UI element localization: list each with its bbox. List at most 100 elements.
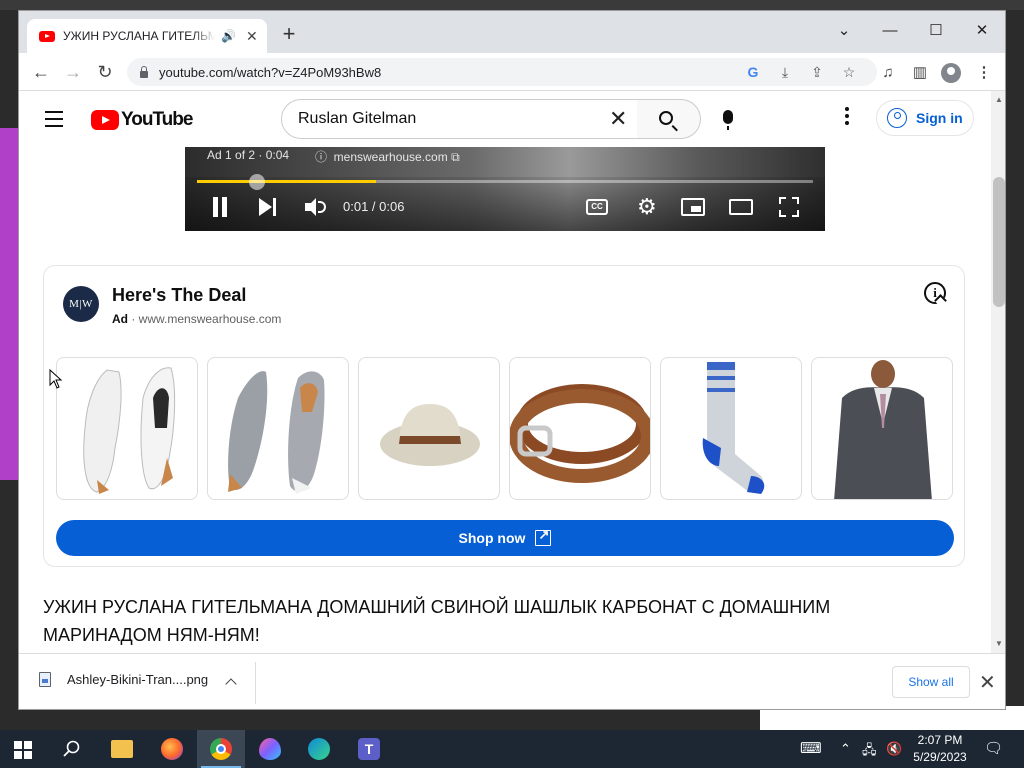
desktop-window-edge <box>0 128 20 480</box>
chevron-up-icon[interactable] <box>225 678 237 690</box>
volume-icon[interactable] <box>305 197 327 217</box>
ad-companion-card: M|W Here's The Deal Ad · www.menswearhou… <box>43 265 965 567</box>
chrome-icon[interactable] <box>197 730 245 768</box>
clock-time: 2:07 PM <box>917 733 963 747</box>
notifications-icon[interactable]: 🗨 <box>984 739 1003 757</box>
reload-button[interactable]: ↻ <box>93 60 117 84</box>
hamburger-menu-icon[interactable] <box>45 111 65 127</box>
image-file-icon <box>39 672 51 687</box>
show-all-button[interactable]: Show all <box>892 666 970 698</box>
windows-start-icon[interactable] <box>14 741 32 759</box>
shop-now-label: Shop now <box>458 530 526 546</box>
taskbar-search-icon[interactable] <box>48 730 96 768</box>
install-app-icon[interactable]: ⤓ <box>775 64 795 82</box>
desktop-topbar <box>0 0 1024 10</box>
download-file-name: Ashley-Bikini-Tran....png <box>67 672 209 687</box>
shop-now-button[interactable]: Shop now <box>56 520 954 556</box>
time-display: 0:01 / 0:06 <box>343 199 405 214</box>
menswearhouse-logo[interactable]: M|W <box>63 286 99 322</box>
lock-icon[interactable] <box>139 66 149 78</box>
search-input[interactable]: Ruslan Gitelman <box>281 99 639 139</box>
speaker-icon[interactable]: 🔊 <box>221 29 236 43</box>
firefox-icon[interactable] <box>148 730 196 768</box>
chrome-menu-icon[interactable]: ⋮ <box>973 62 995 84</box>
download-separator <box>255 662 256 704</box>
address-bar[interactable]: youtube.com/watch?v=Z4PoM93hBw8 <box>127 58 877 86</box>
ad-title[interactable]: Here's The Deal <box>112 285 246 306</box>
video-player[interactable]: Ad 1 of 2 · 0:04 ⓘ menswearhouse.com ⧉ 0… <box>185 147 825 231</box>
scroll-up-icon[interactable]: ▲ <box>995 95 1003 104</box>
close-window-button[interactable]: ✕ <box>959 17 1005 45</box>
product-bucket-hat[interactable] <box>358 357 500 500</box>
product-brown-belt[interactable] <box>509 357 651 500</box>
forward-button[interactable]: → <box>61 60 85 84</box>
next-icon[interactable] <box>259 197 277 217</box>
scroll-thumb[interactable] <box>993 177 1005 307</box>
product-white-sneaker[interactable] <box>56 357 198 500</box>
file-explorer-icon[interactable] <box>98 730 146 768</box>
tray-overflow-icon[interactable]: ⌃ <box>840 741 851 757</box>
ad-domain-link[interactable]: ⓘ menswearhouse.com ⧉ <box>315 148 460 165</box>
youtube-logo[interactable]: YouTube <box>91 109 193 131</box>
network-icon[interactable]: 🖧 <box>862 741 877 763</box>
progress-scrubber[interactable] <box>249 174 265 190</box>
clock[interactable]: 2:07 PM 5/29/2023 <box>912 732 968 766</box>
page-scrollbar[interactable]: ▲ ▼ <box>991 91 1005 653</box>
external-link-icon <box>535 527 552 546</box>
search-button[interactable] <box>637 99 701 139</box>
miniplayer-icon[interactable] <box>681 198 705 216</box>
youtube-page: YouTube Ruslan Gitelman ✕ Sign in Ad 1 o… <box>19 91 991 653</box>
ad-subtitle: Ad · www.menswearhouse.com <box>112 312 282 326</box>
new-tab-button[interactable]: + <box>277 23 301 47</box>
keyboard-icon[interactable]: ⌨ <box>800 739 822 757</box>
teams-icon[interactable]: T <box>345 730 393 768</box>
download-bar: Ashley-Bikini-Tran....png Show all ✕ <box>19 653 1005 709</box>
taskbar: T ⌨ ⌃ 🖧 🔇 2:07 PM 5/29/2023 🗨 <box>0 730 1024 768</box>
captions-icon[interactable]: CC <box>586 199 608 215</box>
youtube-wordmark: YouTube <box>121 109 193 130</box>
maximize-button[interactable]: ☐ <box>913 17 959 45</box>
google-translate-icon[interactable]: G <box>743 64 763 82</box>
paint-drop-icon[interactable] <box>246 730 294 768</box>
back-button[interactable]: ← <box>29 60 53 84</box>
account-icon <box>887 108 907 128</box>
scroll-down-icon[interactable]: ▼ <box>995 639 1003 648</box>
ad-counter: Ad 1 of 2 · 0:04 <box>207 148 290 162</box>
pause-icon[interactable] <box>211 197 229 217</box>
volume-muted-icon[interactable]: 🔇 <box>886 741 902 757</box>
tab-youtube[interactable]: УЖИН РУСЛАНА ГИТЕЛЬМАНА ДОМАШНИЙ СВИНОЙ … <box>27 19 267 53</box>
product-gray-suit[interactable] <box>811 357 953 500</box>
share-icon[interactable]: ⇪ <box>807 64 827 82</box>
video-title: УЖИН РУСЛАНА ГИТЕЛЬМАНА ДОМАШНИЙ СВИНОЙ … <box>43 597 831 645</box>
tab-close-icon[interactable]: ✕ <box>246 28 258 45</box>
fullscreen-icon[interactable] <box>779 197 799 217</box>
sign-in-button[interactable]: Sign in <box>876 100 974 136</box>
theater-mode-icon[interactable] <box>729 199 753 215</box>
search-icon <box>659 111 673 125</box>
youtube-play-icon <box>91 110 119 130</box>
close-download-bar-icon[interactable]: ✕ <box>979 670 996 695</box>
sign-in-label: Sign in <box>916 110 963 126</box>
browser-window: УЖИН РУСЛАНА ГИТЕЛЬМАНА ДОМАШНИЙ СВИНОЙ … <box>18 10 1006 710</box>
edge-icon[interactable] <box>295 730 343 768</box>
microphone-icon[interactable] <box>723 110 733 130</box>
clear-search-icon[interactable]: ✕ <box>609 108 627 130</box>
minimize-button[interactable]: — <box>867 17 913 45</box>
product-carousel <box>56 357 954 500</box>
youtube-header: YouTube Ruslan Gitelman ✕ Sign in <box>19 91 991 147</box>
settings-kebab-icon[interactable] <box>845 107 849 127</box>
product-gray-sneaker[interactable] <box>207 357 349 500</box>
tab-search-icon[interactable]: ⌄ <box>821 17 867 45</box>
profile-avatar-icon[interactable] <box>941 63 961 83</box>
mouse-cursor-icon <box>49 369 63 389</box>
download-item[interactable]: Ashley-Bikini-Tran....png <box>39 672 208 687</box>
gear-icon[interactable]: ⚙ <box>637 196 657 218</box>
search-query-text: Ruslan Gitelman <box>298 110 417 127</box>
product-striped-sock[interactable] <box>660 357 802 500</box>
youtube-favicon-icon <box>39 30 55 42</box>
media-controls-icon[interactable]: ♫ <box>877 62 899 84</box>
tab-title: УЖИН РУСЛАНА ГИТЕЛЬМАНА ДОМАШНИЙ СВИНОЙ … <box>63 29 215 43</box>
progress-bar[interactable] <box>197 180 813 183</box>
side-panel-icon[interactable]: ▥ <box>909 62 931 84</box>
bookmark-star-icon[interactable]: ☆ <box>839 64 859 82</box>
